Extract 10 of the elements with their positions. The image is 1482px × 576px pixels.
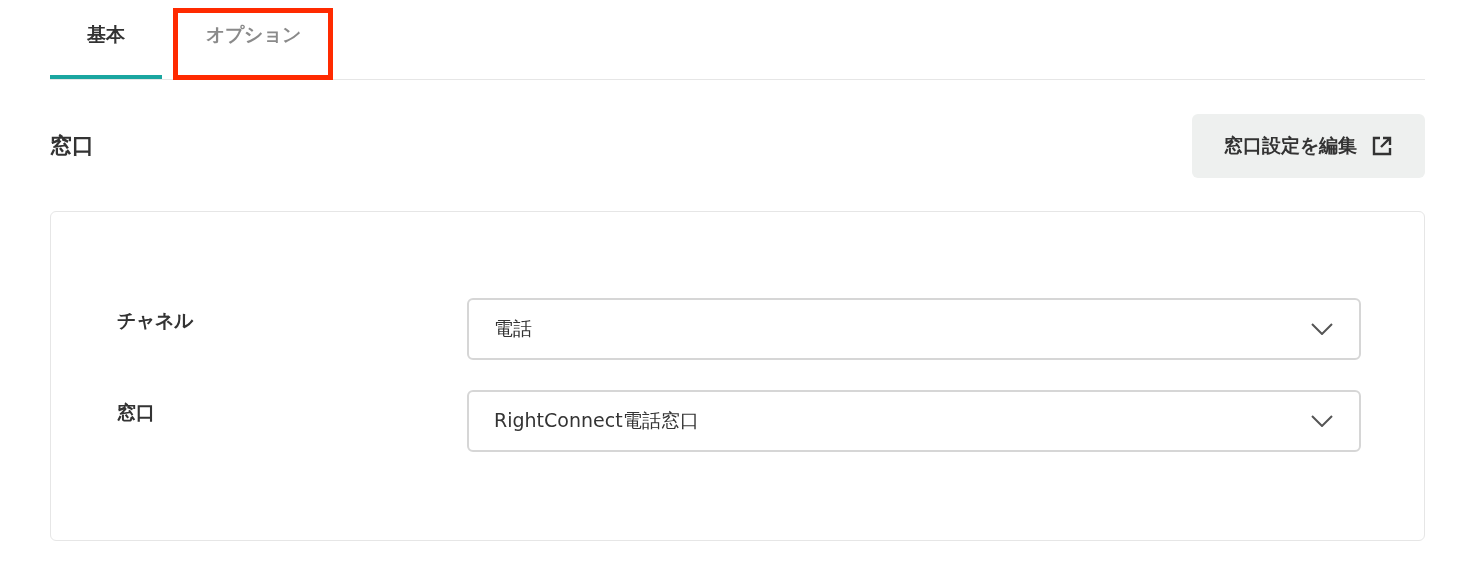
field-label: 窓口 [117,400,156,425]
chevron-down-icon [1311,323,1333,335]
field-label: チャネル [117,308,194,333]
external-link-icon [1371,135,1393,157]
dropdown[interactable]: 電話 [467,298,1361,360]
section-title: 窓口 [50,132,94,160]
edit-button[interactable]: 窓口設定を編集 [1192,114,1425,178]
chevron-down-icon [1311,415,1333,427]
dropdown[interactable]: RightConnect電話窓口 [467,390,1361,452]
tab[interactable]: 基本 [50,0,162,79]
